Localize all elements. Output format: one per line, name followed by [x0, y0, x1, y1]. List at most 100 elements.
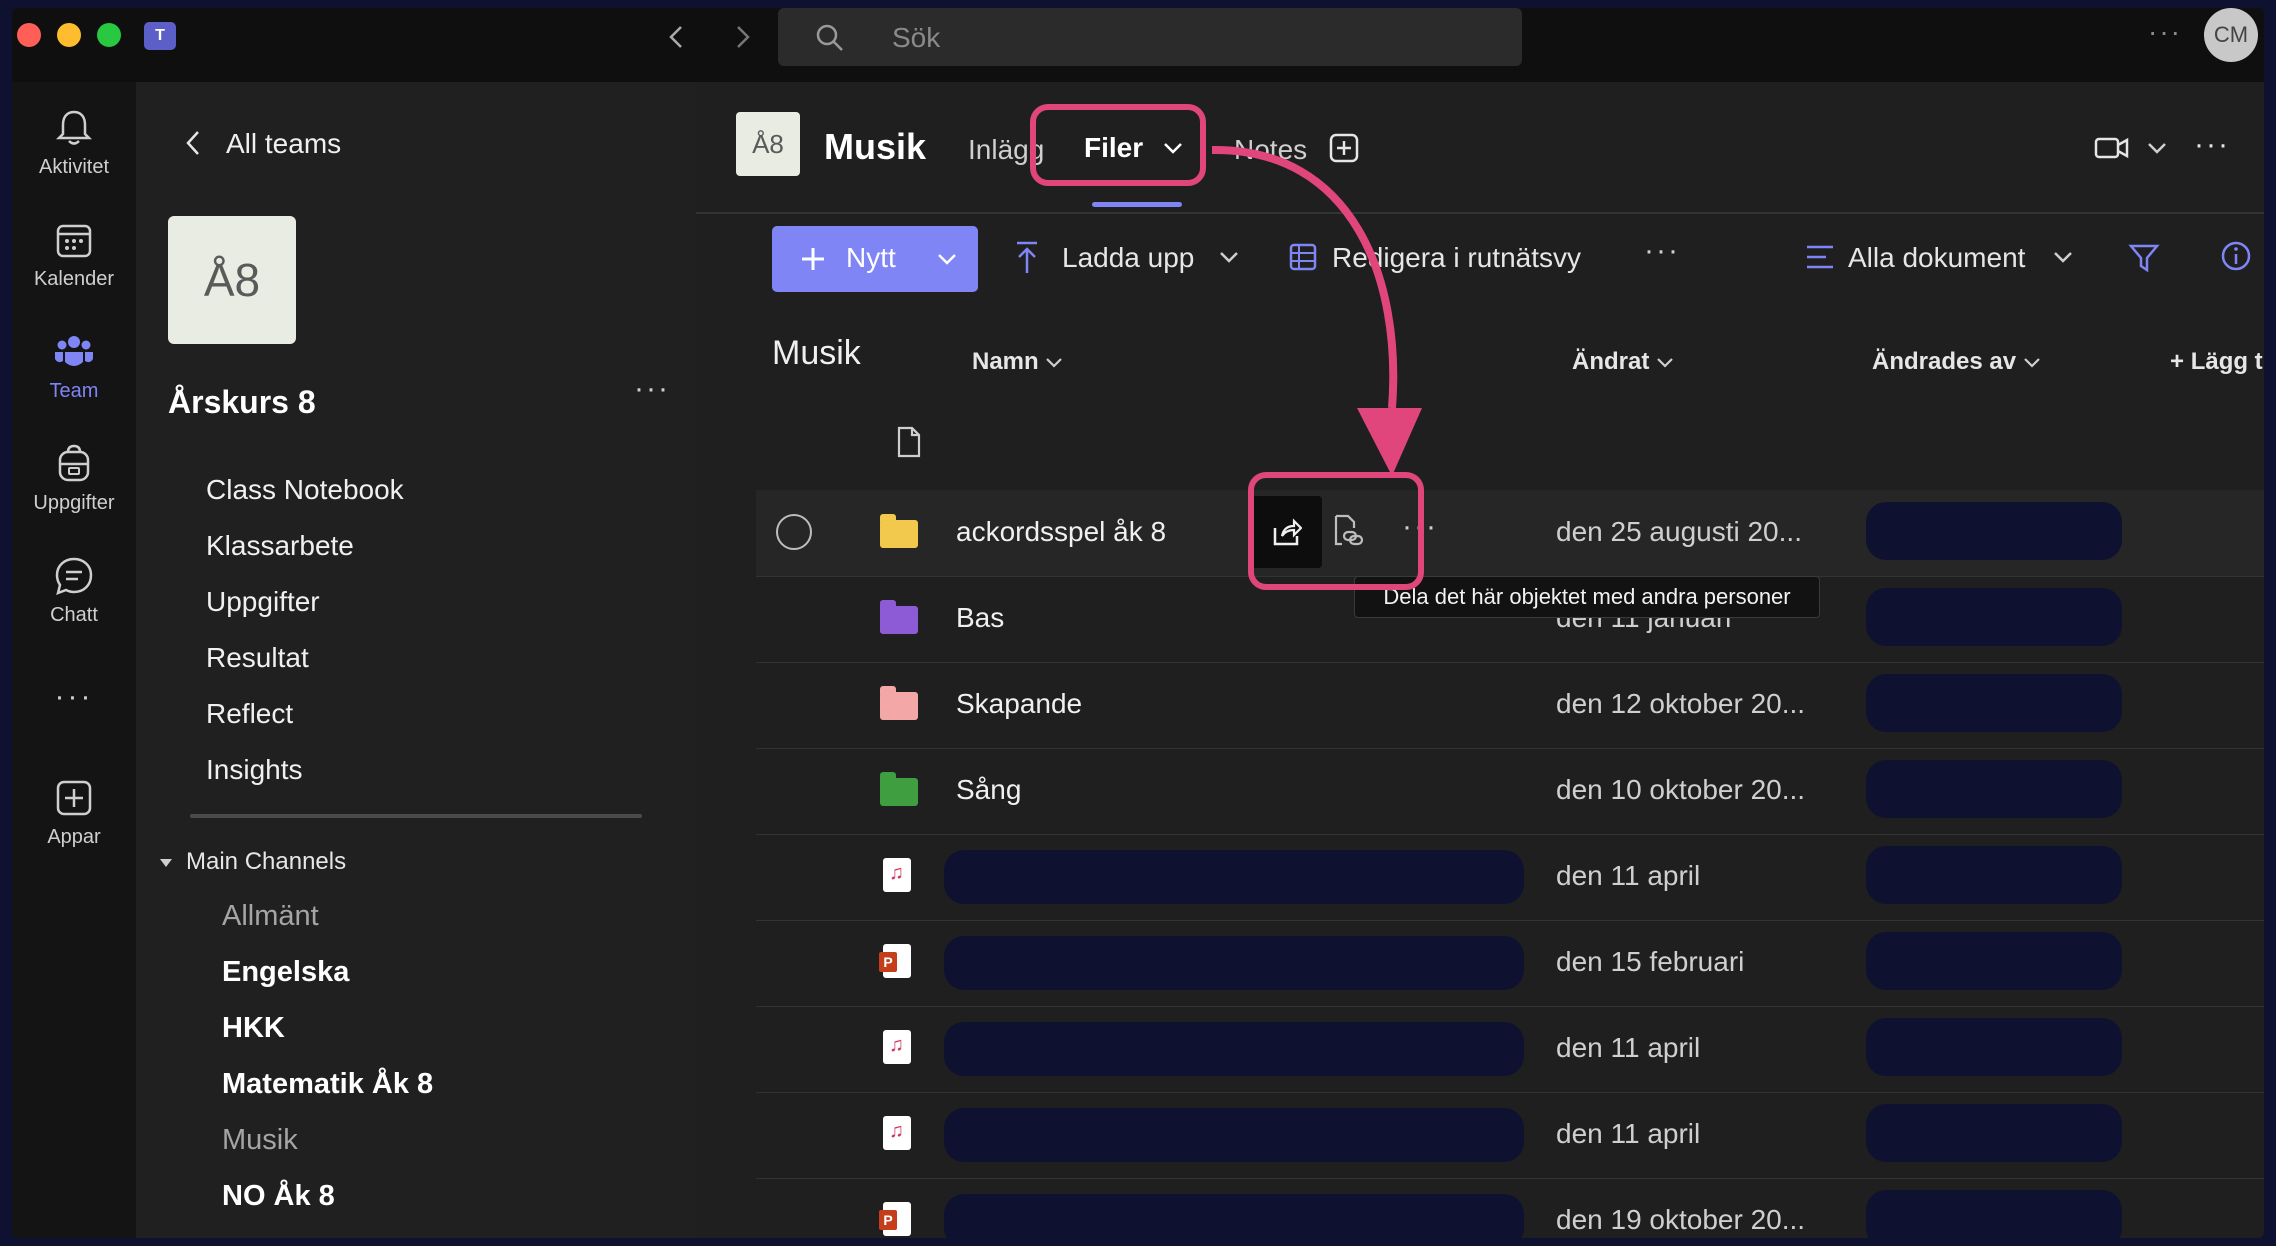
add-column-button[interactable]: + Lägg t — [2170, 348, 2263, 376]
minimize-window-button[interactable] — [57, 23, 81, 47]
sort-chevron-icon — [1046, 358, 1063, 368]
row-name[interactable]: ackordsspel åk 8 — [956, 516, 1166, 548]
rail-item-calendar[interactable]: Kalender — [12, 218, 136, 291]
team-panel: All teams Å8 Årskurs 8 ··· Class Noteboo… — [136, 82, 696, 1238]
caret-down-icon[interactable] — [158, 856, 174, 870]
toolbar-more-icon[interactable]: ··· — [1644, 234, 1680, 268]
backpack-icon — [58, 444, 90, 482]
back-arrow-icon[interactable] — [662, 22, 692, 52]
row-name[interactable]: Skapande — [956, 688, 1082, 720]
rail-item-assignments[interactable]: Uppgifter — [12, 442, 136, 515]
list-item[interactable]: ♫ den 11 april — [756, 1092, 2264, 1179]
view-selector[interactable]: Alla dokument — [1848, 242, 2025, 274]
redacted-file-name[interactable] — [944, 850, 1524, 904]
forward-arrow-icon[interactable] — [727, 22, 757, 52]
redacted-file-name[interactable] — [944, 1108, 1524, 1162]
sort-chevron-icon — [2023, 358, 2040, 368]
folder-icon — [880, 686, 918, 720]
channel-item-hkk[interactable]: HKK — [222, 1012, 285, 1045]
row-select-checkbox[interactable] — [776, 514, 812, 550]
column-header-modified[interactable]: Ändrat — [1572, 348, 1674, 376]
new-button[interactable]: Nytt — [772, 226, 978, 292]
folder-icon — [880, 514, 918, 548]
team-link-uppgifter[interactable]: Uppgifter — [206, 586, 320, 618]
folder-icon — [880, 772, 918, 806]
header-divider — [696, 212, 2264, 214]
row-name[interactable]: Bas — [956, 602, 1004, 634]
teams-logo-icon: T — [144, 22, 176, 50]
team-link-resultat[interactable]: Resultat — [206, 642, 309, 674]
channel-more-options-icon[interactable]: ··· — [2194, 128, 2230, 162]
meet-chevron-down-icon[interactable] — [2146, 140, 2168, 156]
rail-item-teams[interactable]: Team — [12, 330, 136, 403]
rail-item-activity[interactable]: Aktivitet — [12, 106, 136, 179]
channel-item-so[interactable]: SO — [222, 1236, 264, 1238]
column-header-name[interactable]: Namn — [972, 348, 1063, 376]
row-modified: den 19 oktober 20... — [1556, 1204, 1806, 1235]
new-chevron-icon — [938, 254, 956, 265]
search-icon — [816, 24, 843, 51]
channel-item-no[interactable]: NO Åk 8 — [222, 1180, 335, 1213]
search-box[interactable]: Sök — [778, 8, 1522, 66]
divider — [190, 814, 642, 818]
channel-item-engelska[interactable]: Engelska — [222, 956, 349, 989]
app-rail: Aktivitet Kalender Team Uppgifter Chatt … — [12, 82, 136, 1238]
close-window-button[interactable] — [17, 23, 41, 47]
video-call-icon[interactable] — [2094, 134, 2130, 162]
bell-icon — [55, 110, 93, 145]
list-item[interactable]: P den 19 oktober 20... — [756, 1178, 2264, 1238]
list-item[interactable]: Sång den 10 oktober 20... — [756, 748, 2264, 835]
powerpoint-file-icon: P — [879, 944, 911, 978]
avatar[interactable]: CM — [2204, 8, 2258, 62]
redacted-modified-by — [1866, 1018, 2122, 1076]
rail-label: Team — [49, 380, 99, 402]
more-options-icon[interactable]: ··· — [2148, 16, 2182, 48]
row-modified: den 11 april — [1556, 1032, 1701, 1063]
channel-title: Musik — [824, 126, 927, 167]
redacted-modified-by — [1866, 674, 2122, 732]
team-link-reflect[interactable]: Reflect — [206, 698, 293, 730]
sort-chevron-icon — [1657, 358, 1673, 368]
redacted-modified-by — [1866, 846, 2122, 904]
list-item[interactable]: ♫ den 11 april — [756, 834, 2264, 921]
list-item[interactable]: ackordsspel åk 8 ··· den 25 augusti 20..… — [756, 490, 2264, 577]
chevron-left-icon[interactable] — [182, 128, 206, 158]
main-channels-header[interactable]: Main Channels — [186, 848, 346, 876]
file-type-header-icon[interactable] — [896, 426, 922, 458]
row-name[interactable]: Sång — [956, 774, 1021, 806]
info-icon[interactable] — [2220, 240, 2252, 272]
team-link-insights[interactable]: Insights — [206, 754, 303, 786]
channel-item-musik[interactable]: Musik — [222, 1124, 298, 1157]
list-item[interactable]: P den 15 februari — [756, 920, 2264, 1007]
team-link-class-notebook[interactable]: Class Notebook — [206, 474, 404, 506]
redacted-file-name[interactable] — [944, 936, 1524, 990]
view-list-icon[interactable] — [1804, 242, 1836, 272]
rail-label: Chatt — [50, 604, 98, 626]
row-modified: den 10 oktober 20... — [1556, 774, 1806, 805]
filter-icon[interactable] — [2128, 242, 2160, 274]
app-root: T Sök ··· CM Aktivitet Kalender Team Upp… — [0, 0, 2276, 1246]
plus-icon — [802, 248, 824, 270]
column-header-modified-by[interactable]: Ändrades av — [1872, 348, 2041, 376]
channel-item-matematik[interactable]: Matematik Åk 8 — [222, 1068, 433, 1101]
row-modified: den 25 augusti 20... — [1556, 516, 1802, 547]
redacted-modified-by — [1866, 502, 2122, 560]
redacted-modified-by — [1866, 588, 2122, 646]
list-item[interactable]: ♫ den 11 april — [756, 1006, 2264, 1093]
upload-icon[interactable] — [1014, 240, 1040, 276]
rail-item-apps[interactable]: Appar — [12, 776, 136, 849]
column-header-name-label: Namn — [972, 348, 1039, 375]
channel-item-allmant[interactable]: Allmänt — [222, 900, 319, 933]
redacted-file-name[interactable] — [944, 1194, 1524, 1238]
view-chevron-icon[interactable] — [2052, 250, 2074, 266]
team-more-options-icon[interactable]: ··· — [634, 372, 670, 406]
redacted-file-name[interactable] — [944, 1022, 1524, 1076]
upload-button[interactable]: Ladda upp — [1062, 242, 1194, 274]
team-link-klassarbete[interactable]: Klassarbete — [206, 530, 354, 562]
zoom-window-button[interactable] — [97, 23, 121, 47]
rail-more-icon[interactable]: ··· — [12, 680, 136, 714]
rail-item-chat[interactable]: Chatt — [12, 554, 136, 627]
all-teams-link[interactable]: All teams — [226, 128, 341, 160]
list-item[interactable]: Skapande den 12 oktober 20... — [756, 662, 2264, 749]
share-tooltip: Dela det här objektet med andra personer — [1354, 576, 1820, 618]
